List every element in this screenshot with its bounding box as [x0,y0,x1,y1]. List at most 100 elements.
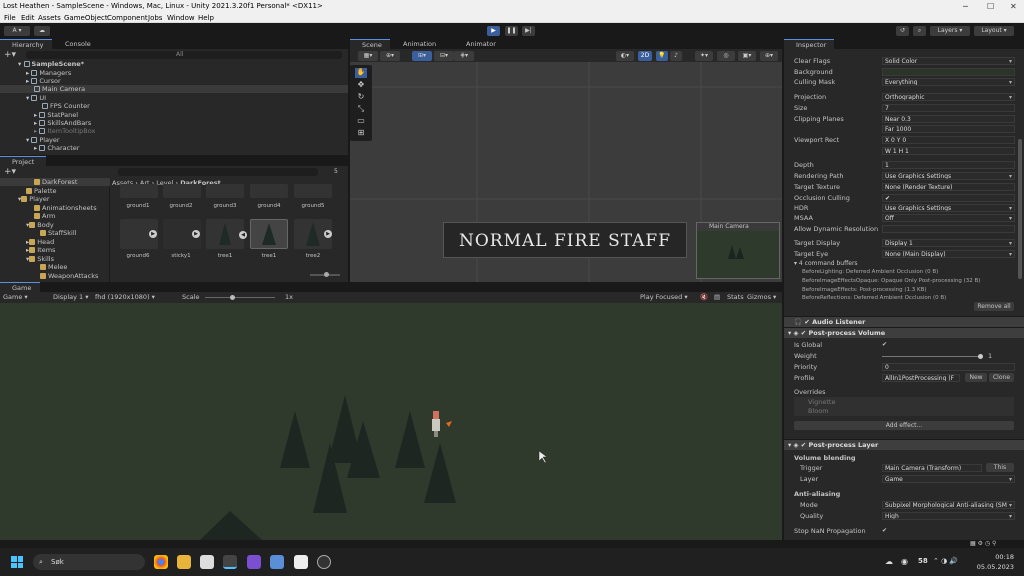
search-icon[interactable]: ⌕ [913,26,926,36]
this-button[interactable]: This [986,463,1014,472]
lighting-icon[interactable]: 💡 [656,51,668,61]
audio-listener-header[interactable]: 🎧 ✔ Audio Listener [784,316,1024,327]
tree-item[interactable]: Palette [26,187,57,195]
mute-audio-icon[interactable]: 🔇 [700,292,708,303]
list-item[interactable]: FPS Counter [42,102,90,110]
clock-time[interactable]: 00:18 [978,553,1014,561]
cloud-icon[interactable]: ☁ [885,557,893,566]
play-button[interactable]: ▶ [487,26,500,36]
trigger-field[interactable]: Main Camera (Transform) [882,464,982,472]
asset-thumbnail[interactable] [163,184,201,198]
field-value[interactable] [882,225,1015,233]
game-mode-dropdown[interactable]: Game ▾ [3,292,28,303]
field-value[interactable]: Far 1000 [882,125,1015,133]
field-value[interactable]: ✔ [882,194,1015,202]
minimize-icon[interactable]: ─ [963,2,968,11]
tray-icons[interactable]: ⌃ ◑ 🔊 [933,557,958,565]
list-item[interactable]: ▸ StatPanel [34,111,78,119]
play-icon[interactable]: ◀ [239,231,247,239]
account-button[interactable]: A ▾ [4,26,30,36]
audio-icon[interactable]: ♪ [670,51,682,61]
list-item[interactable]: ▾ UI [26,94,46,102]
status-icons[interactable]: ▦ ⚙ ◷ ⚲ [970,540,996,547]
grid-icon[interactable]: ⊟▾ [434,51,454,61]
maximize-icon[interactable]: ☐ [987,2,994,11]
field-value[interactable]: None (Render Texture) [882,183,1015,191]
asset-thumbnail[interactable] [294,184,332,198]
vignette-override[interactable]: Vignette [808,398,835,406]
play-icon[interactable]: ▶ [192,230,200,238]
tab-hierarchy[interactable]: Hierarchy [0,39,52,49]
tab-animation[interactable]: Animation [391,39,440,49]
menu-jobs[interactable]: Jobs [148,14,162,22]
asset-thumbnail[interactable]: ◀ [239,219,288,249]
chrome-icon[interactable] [154,555,168,569]
gizmos-dropdown[interactable]: Gizmos ▾ [747,292,776,303]
post-process-layer-header[interactable]: ▾ ◈ ✔ Post-process Layer [784,439,1024,450]
steam-icon[interactable]: ◉ [901,557,908,566]
field-value[interactable]: X 0 Y 0 [882,136,1015,144]
asset-thumbnail[interactable] [206,184,244,198]
menu-component[interactable]: Component [107,14,148,22]
play-focused-dropdown[interactable]: Play Focused ▾ [640,292,688,303]
stop-nan-checkbox[interactable]: ✔ [882,527,887,534]
command-buffers-foldout[interactable]: ▾ 4 command buffers [794,260,858,267]
asset-thumbnail[interactable]: ▶ [163,219,201,249]
increment-icon[interactable]: ⋕▾ [454,51,474,61]
tree-item[interactable]: Arm [34,212,55,220]
asset-thumbnail[interactable]: ▶ [294,219,332,249]
file-explorer-icon[interactable] [177,555,191,569]
list-item[interactable]: ▸ ItemTooltipBox [34,127,95,135]
step-button[interactable]: ▶| [522,26,535,36]
cloud-icon[interactable]: ☁ [34,26,50,36]
rotate-tool-icon[interactable]: ↻ [355,92,367,102]
stats-toggle[interactable]: Stats [727,292,744,303]
hierarchy-search-input[interactable]: All [26,51,342,59]
play-icon[interactable]: ▶ [149,230,157,238]
menu-assets[interactable]: Assets [38,14,61,22]
app-icon[interactable] [294,555,308,569]
gpu-icon[interactable]: ▤ [714,292,720,303]
camera-icon[interactable]: ▣▾ [738,51,756,61]
list-item[interactable]: ▸ Cursor [26,77,61,85]
profile-field[interactable]: AllIn1PostProcessing (F [882,374,960,382]
tree-item[interactable]: StaffSkill [40,229,76,237]
add-icon[interactable]: +▾ [4,50,16,60]
history-icon[interactable]: ↺ [896,26,909,36]
weight-slider[interactable] [882,354,983,359]
priority-field[interactable]: 0 [882,363,1015,371]
clone-button[interactable]: Clone [989,373,1014,382]
menu-help[interactable]: Help [198,14,214,22]
aa-mode-dropdown[interactable]: Subpixel Morphological Anti-aliasing (SM [882,501,1015,509]
calculator-icon[interactable] [270,555,284,569]
weight-value[interactable]: 1 [988,352,1014,360]
field-value[interactable]: 1 [882,161,1015,169]
taskbar-search-input[interactable]: ⌕ Søk [33,554,145,570]
menu-gameobject[interactable]: GameObject [64,14,108,22]
play-icon[interactable]: ▶ [324,230,332,238]
tab-animator[interactable]: Animator [454,39,500,49]
field-value[interactable]: None (Main Display) [882,250,1015,258]
transform-tool-icon[interactable]: ⊞ [355,128,367,138]
tab-inspector[interactable]: Inspector [784,39,834,49]
field-value[interactable]: Display 1 [882,239,1015,247]
slider-handle[interactable] [230,295,235,300]
tree-item[interactable]: ▾ Body [26,221,54,229]
list-item[interactable]: ▸ SkillsAndBars [34,119,91,127]
clock-date[interactable]: 05.05.2023 [970,563,1014,571]
close-icon[interactable]: ✕ [1010,2,1017,11]
field-value[interactable]: Use Graphics Settings [882,204,1015,212]
tab-project[interactable]: Project [0,156,46,166]
inspector-scrollbar[interactable] [1018,139,1022,279]
field-value[interactable]: Off [882,214,1015,222]
tab-console[interactable]: Console [53,39,95,49]
add-effect-button[interactable]: Add effect... [794,421,1014,430]
pivot-icon[interactable]: ⊕▾ [380,51,400,61]
menu-window[interactable]: Window [167,14,195,22]
layer-dropdown[interactable]: Game [882,475,1015,483]
field-value[interactable]: Near 0.3 [882,115,1015,123]
move-tool-icon[interactable]: ✥ [355,80,367,90]
tree-item[interactable]: ▸ Items [26,246,55,254]
grid-snap-icon[interactable]: ⊞▾ [412,51,432,61]
field-value[interactable]: Everything [882,78,1015,86]
